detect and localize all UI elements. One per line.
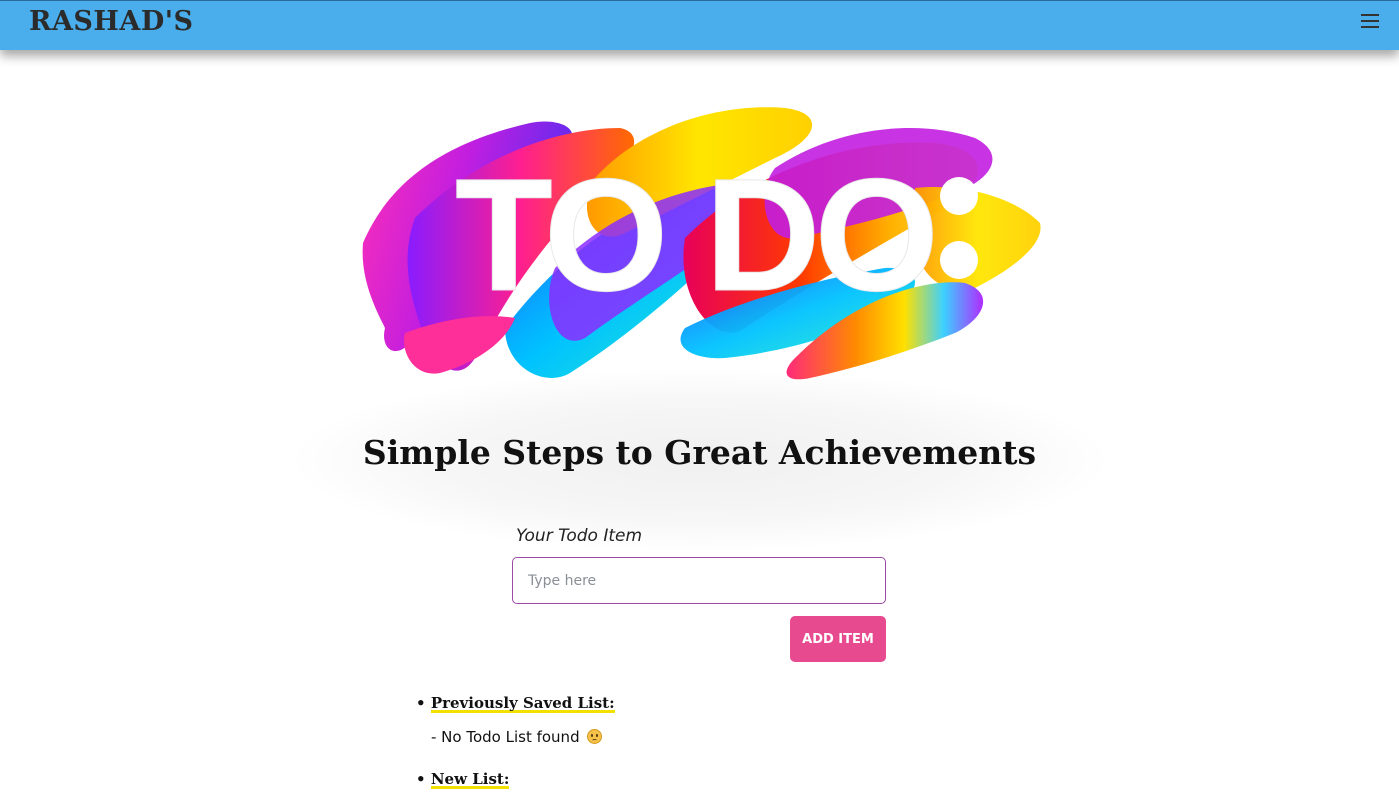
empty-list-text: - No Todo List found: [431, 728, 580, 746]
top-navbar: RASHAD'S: [0, 0, 1399, 50]
svg-text:DO: DO: [705, 145, 933, 324]
previous-list-title: Previously Saved List:: [430, 694, 615, 713]
new-list-title: New List:: [430, 770, 510, 789]
hamburger-line: [1361, 20, 1379, 22]
page-headline: Simple Steps to Great Achievements: [362, 433, 1037, 472]
previous-list-heading: • Previously Saved List:: [416, 694, 615, 713]
brand-logo[interactable]: RASHAD'S: [29, 4, 194, 40]
hamburger-line: [1361, 26, 1379, 28]
hamburger-menu-icon[interactable]: [1361, 13, 1379, 29]
bullet: •: [416, 694, 426, 712]
paint-stroke-banner: TO DO: [362, 107, 1041, 380]
todo-item-label: Your Todo Item: [516, 526, 643, 546]
sad-face-emoji-icon: [587, 729, 603, 744]
todo-hero-image: TO DO: [355, 98, 1045, 398]
todo-item-input[interactable]: [512, 557, 886, 604]
add-item-button[interactable]: ADD ITEM: [790, 616, 886, 662]
hamburger-line: [1361, 14, 1379, 16]
new-list-heading: • New List:: [416, 770, 510, 789]
empty-list-message: - No Todo List found: [431, 728, 603, 746]
svg-text:TO: TO: [455, 145, 662, 324]
bullet: •: [416, 770, 426, 788]
